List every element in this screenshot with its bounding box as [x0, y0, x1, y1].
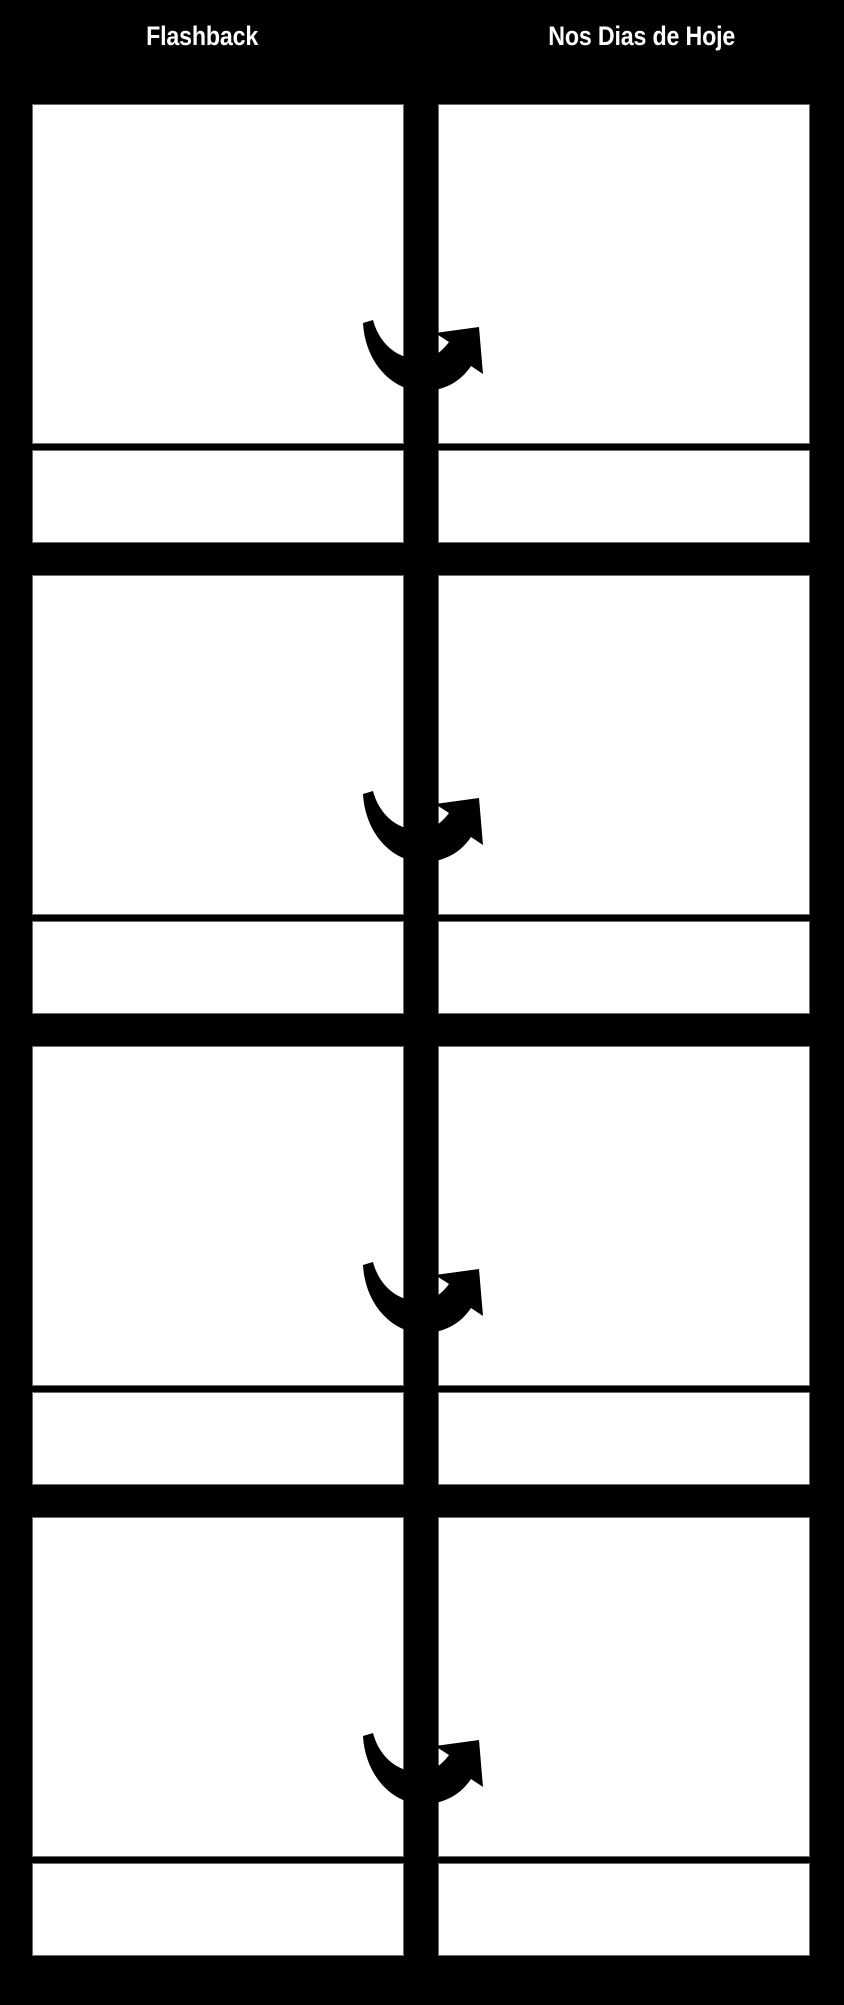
caption-panel-nos-dias-de-hoje[interactable] [438, 1392, 810, 1485]
row-caption-band [0, 450, 844, 543]
column-header-label: Flashback [146, 20, 259, 51]
margin-right [810, 104, 844, 444]
header-gutter [405, 0, 439, 72]
row-image-band [0, 575, 844, 915]
storyboard: Flashback Nos Dias de Hoje [0, 0, 844, 2005]
storyboard-rows [0, 72, 844, 1956]
caption-panel-content [33, 922, 403, 938]
margin-left [0, 1046, 32, 1386]
column-header-label: Nos Dias de Hoje [548, 20, 735, 51]
margin-right [810, 1863, 844, 1956]
row-image-band [0, 1517, 844, 1857]
caption-panel-nos-dias-de-hoje[interactable] [438, 921, 810, 1014]
image-panel-content [439, 576, 809, 592]
margin-left [0, 1392, 32, 1485]
margin-left [0, 1517, 32, 1857]
caption-panel-content [439, 451, 809, 467]
storyboard-row [0, 72, 844, 543]
row-caption-band [0, 921, 844, 1014]
row-image-band [0, 104, 844, 444]
column-gutter [404, 104, 438, 444]
margin-left [0, 1863, 32, 1956]
column-header-flashback: Flashback [0, 0, 405, 72]
storyboard-row [0, 543, 844, 1014]
caption-panel-content [33, 1864, 403, 1880]
column-gutter [404, 1517, 438, 1857]
caption-panel-flashback[interactable] [32, 1863, 404, 1956]
caption-panel-content [33, 451, 403, 467]
column-header-row: Flashback Nos Dias de Hoje [0, 0, 844, 72]
row-caption-band [0, 1392, 844, 1485]
column-gutter [404, 921, 438, 1014]
margin-left [0, 921, 32, 1014]
image-panel-content [33, 105, 403, 121]
column-gutter [404, 450, 438, 543]
image-panel-content [439, 105, 809, 121]
column-header-nos-dias-de-hoje: Nos Dias de Hoje [439, 0, 844, 72]
image-panel-flashback[interactable] [32, 1517, 404, 1857]
margin-right [810, 1517, 844, 1857]
image-panel-content [33, 576, 403, 592]
image-panel-content [33, 1518, 403, 1534]
row-caption-band [0, 1863, 844, 1956]
image-panel-flashback[interactable] [32, 1046, 404, 1386]
margin-right [810, 921, 844, 1014]
image-panel-flashback[interactable] [32, 575, 404, 915]
margin-left [0, 450, 32, 543]
storyboard-row [0, 1485, 844, 1956]
margin-right [810, 1046, 844, 1386]
image-panel-content [439, 1047, 809, 1063]
margin-right [810, 1392, 844, 1485]
margin-right [810, 450, 844, 543]
caption-panel-flashback[interactable] [32, 450, 404, 543]
caption-panel-flashback[interactable] [32, 1392, 404, 1485]
caption-panel-nos-dias-de-hoje[interactable] [438, 450, 810, 543]
image-panel-nos-dias-de-hoje[interactable] [438, 1046, 810, 1386]
column-gutter [404, 1046, 438, 1386]
caption-panel-flashback[interactable] [32, 921, 404, 1014]
image-panel-nos-dias-de-hoje[interactable] [438, 104, 810, 444]
caption-panel-content [439, 1393, 809, 1409]
caption-panel-content [439, 1864, 809, 1880]
column-gutter [404, 575, 438, 915]
image-panel-nos-dias-de-hoje[interactable] [438, 1517, 810, 1857]
image-panel-flashback[interactable] [32, 104, 404, 444]
caption-panel-nos-dias-de-hoje[interactable] [438, 1863, 810, 1956]
image-panel-content [33, 1047, 403, 1063]
margin-right [810, 575, 844, 915]
column-gutter [404, 1392, 438, 1485]
margin-left [0, 575, 32, 915]
storyboard-row [0, 1014, 844, 1485]
caption-panel-content [439, 922, 809, 938]
caption-panel-content [33, 1393, 403, 1409]
image-panel-content [439, 1518, 809, 1534]
row-image-band [0, 1046, 844, 1386]
margin-left [0, 104, 32, 444]
column-gutter [404, 1863, 438, 1956]
image-panel-nos-dias-de-hoje[interactable] [438, 575, 810, 915]
